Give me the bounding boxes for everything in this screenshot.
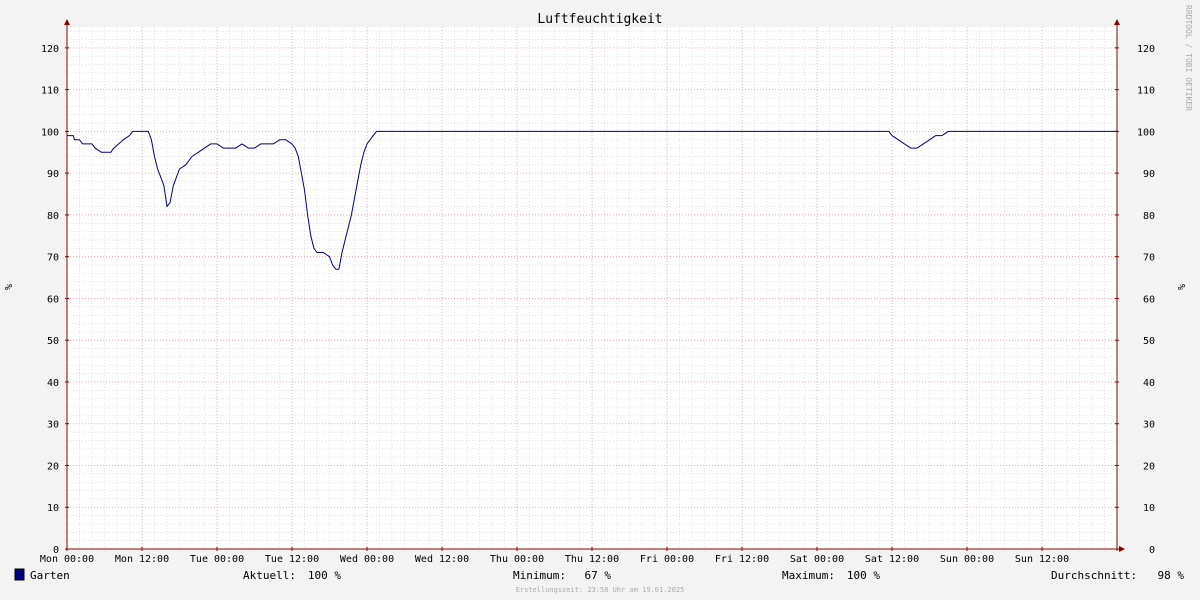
watermark: RRDTOOL / TOBI OETIKER [1184,5,1193,111]
x-tick-label: Sun 00:00 [940,554,994,565]
y-tick-label-right: 110 [1137,86,1155,97]
footer-timestamp: Erstellungszeit: 23:58 Uhr am 19.01.2025 [516,586,685,594]
x-tick-label: Fri 00:00 [640,554,694,565]
x-tick-label: Sat 00:00 [790,554,844,565]
y-tick-label-right: 60 [1143,294,1155,305]
y-tick-label-left: 20 [47,461,59,472]
x-tick-label: Thu 12:00 [565,554,619,565]
x-tick-label: Sat 12:00 [865,554,919,565]
legend-series-label: Garten [30,569,70,582]
legend-max-value: 100 % [847,569,880,582]
y-tick-label-right: 90 [1143,169,1155,180]
x-tick-label: Mon 12:00 [115,554,169,565]
legend-current-value: 100 % [308,569,341,582]
y-tick-label-right: 80 [1143,211,1155,222]
y-tick-label-left: 110 [41,86,59,97]
x-tick-label: Tue 12:00 [265,554,319,565]
x-tick-label: Wed 00:00 [340,554,394,565]
y-tick-label-right: 10 [1143,503,1155,514]
x-tick-label: Mon 00:00 [40,554,94,565]
y-tick-label-left: 90 [47,169,59,180]
legend-max-label: Maximum: [782,569,835,582]
y-tick-label-left: 50 [47,336,59,347]
x-tick-label: Fri 12:00 [715,554,769,565]
y-tick-label-left: 120 [41,44,59,55]
y-tick-label-left: 60 [47,294,59,305]
x-tick-label: Tue 00:00 [190,554,244,565]
legend-min-value: 67 % [578,569,611,582]
legend-min-label: Minimum: [513,569,566,582]
x-tick-label: Sun 12:00 [1015,554,1069,565]
chart: 0 0 10 10 20 20 30 30 40 40 50 50 60 60 70 70 80 80 90 90 10… [0,0,1200,600]
y-tick-label-left: 100 [41,127,59,138]
y-tick-label-right: 20 [1143,461,1155,472]
y-axis-label-left: % [4,284,15,290]
y-tick-label-left: 40 [47,378,59,389]
y-tick-label-right: 50 [1143,336,1155,347]
x-tick-label: Thu 00:00 [490,554,544,565]
y-tick-label-left: 70 [47,253,59,264]
y-axis-label-right: % [1175,284,1186,290]
y-tick-label-right: 120 [1137,44,1155,55]
y-tick-label-right: 70 [1143,253,1155,264]
legend-current-label: Aktuell: [243,569,296,582]
legend-swatch [14,568,25,581]
y-tick-label-left: 30 [47,420,59,431]
y-tick-label-right: 40 [1143,378,1155,389]
legend-avg-value: 98 % [1151,569,1184,582]
chart-title: Luftfeuchtigkeit [537,12,662,27]
y-tick-label-right: 100 [1137,127,1155,138]
x-tick-label: Wed 12:00 [415,554,469,565]
legend-avg-label: Durchschnitt: [1051,569,1137,582]
y-tick-label-right: 0 [1149,545,1155,556]
y-tick-label-left: 80 [47,211,59,222]
y-tick-label-right: 30 [1143,420,1155,431]
chart-svg: 0 010 1020 2030 3040 4050 5060 6070 7080 8090 9010… [0,0,1200,600]
y-tick-label-left: 10 [47,503,59,514]
